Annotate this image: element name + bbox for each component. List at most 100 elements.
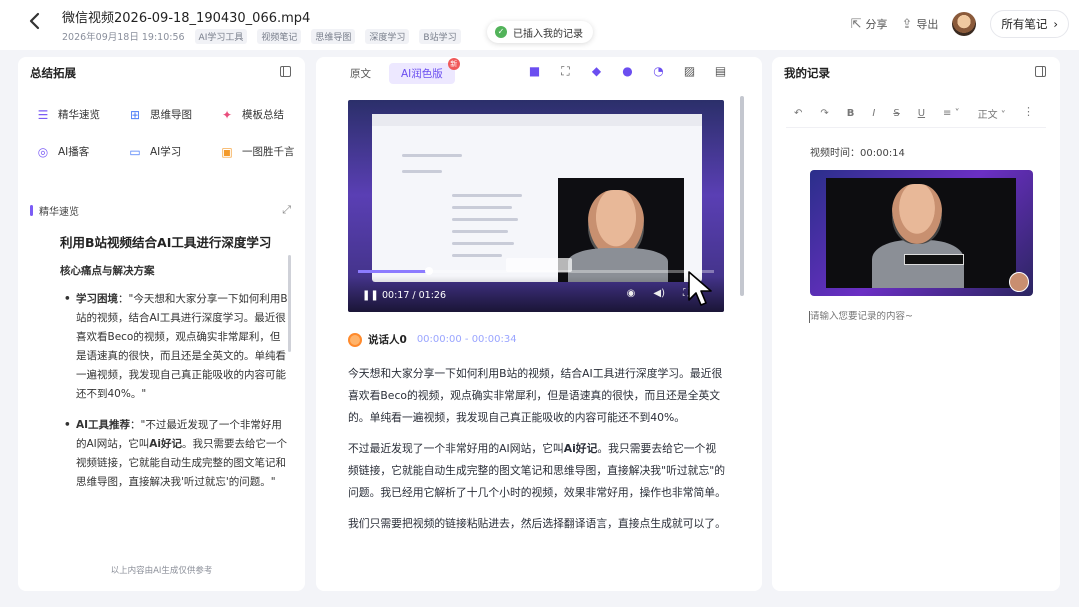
summary-item-label: 学习困境 [76,293,118,305]
mindmap-icon: ⊞ [129,107,141,122]
editor-toolbar: ↶ ↷ B I S U ≡ ˅ 正文 ˅ [794,106,1006,121]
share-icon: ⇱ [850,16,862,32]
tool-template-summary[interactable]: ✦ 模板总结 [220,107,296,122]
tool-ai-podcast[interactable]: ◎ AI播客 [36,144,128,159]
tool-label: 思维导图 [150,109,192,121]
tool-highlights[interactable]: ☰ 精华速览 [36,107,128,122]
tag[interactable]: AI学习工具 [194,28,248,44]
clock-icon[interactable]: ◔ [652,65,665,78]
tab-label: AI润色版 [401,68,443,80]
align-icon[interactable]: ≡ ˅ [943,108,960,119]
paragraph-bold: Ai好记 [563,442,598,455]
font-style-select[interactable]: 正文 ˅ [978,106,1006,121]
video-player[interactable]: ❚❚ 00:17 / 01:26 ◉ ◀) ⛶ [348,100,724,312]
video-snapshot[interactable] [810,170,1033,296]
summary-item: AI工具推荐："不过最近发现了一个非常好用的AI网站，它叫Ai好记。我只需要去给… [60,416,288,492]
video-controls: ❚❚ 00:17 / 01:26 ◉ ◀) ⛶ [348,276,724,312]
speaker-time[interactable]: 00:00:00 - 00:00:34 [417,334,517,345]
file-date: 2026年09月18日 19:10:56 [62,32,185,43]
speakers-icon[interactable]: ● [621,65,634,78]
toast-text: 已插入我的记录 [513,28,583,40]
speaker-name: 说话人0 [368,334,407,346]
strikethrough-icon[interactable]: S [893,108,899,119]
volume-icon[interactable]: ◀) [653,288,665,299]
chat-icon[interactable]: ◆ [590,65,603,78]
video-frame [372,114,702,282]
collapse-panel-icon[interactable] [280,66,291,77]
expand-icon[interactable]: ⤢ [282,203,291,217]
file-title: 微信视频2026-09-18_190430_066.mp4 [62,11,311,26]
transcript-toolbar: ■ ⛶ ◆ ● ◔ ▨ ▤ [528,65,727,78]
pause-icon[interactable]: ❚❚ [362,290,379,301]
video-time: 00:17 / 01:26 [382,290,446,301]
back-button[interactable] [28,12,48,34]
summary-item-text: ："今天想和大家分享一下如何利用B站的视频，结合AI工具进行深度学习。最近很喜欢… [76,293,288,400]
video-camera-icon[interactable]: ■ [528,65,541,78]
export-label: 导出 [916,18,939,31]
summary-scroll-area[interactable]: 利用B站视频结合AI工具进行深度学习 核心痛点与解决方案 学习困境："今天想和大… [18,227,305,557]
new-badge: 新 [447,58,460,70]
my-notes-header: 我的记录 [772,57,1060,89]
share-button[interactable]: ⇱ 分享 [851,16,888,32]
paragraph-text: 不过最近发现了一个非常好用的AI网站，它叫 [348,442,564,455]
screenshot-icon[interactable]: ⛶ [559,65,572,78]
bold-icon[interactable]: B [847,108,855,119]
tool-one-image[interactable]: ▣ 一图胜千言 [220,144,296,159]
summary-panel-header: 总结拓展 [18,57,305,89]
video-icons: ◉ ◀) ⛶ [627,288,690,299]
camera-icon[interactable]: ◉ [627,288,636,299]
tab-ai-polished[interactable]: AI润色版 新 [389,58,460,84]
transcript-scrollbar[interactable] [740,96,744,296]
tool-ai-learn[interactable]: ▭ AI学习 [128,144,220,159]
picture-icon[interactable]: ▨ [683,65,696,78]
tag[interactable]: 视频笔记 [257,28,302,44]
all-notes-button[interactable]: 所有笔记 › [990,10,1069,38]
save-icon[interactable]: ▤ [714,65,727,78]
toast-notification: ✓ 已插入我的记录 [487,21,593,43]
underline-icon[interactable]: U [918,108,925,119]
tab-original[interactable]: 原文 [338,63,383,84]
chevron-right-icon: › [1053,17,1058,31]
section-label-text: 精华速览 [39,207,79,218]
summary-item: 学习困境："今天想和大家分享一下如何利用B站的视频，结合AI工具进行深度学习。最… [60,290,288,404]
summary-content: 利用B站视频结合AI工具进行深度学习 核心痛点与解决方案 学习困境："今天想和大… [60,233,288,492]
transcript-panel: 原文 AI润色版 新 ■ ⛶ ◆ ● ◔ ▨ ▤ ❚❚ 00:17 / 01:2… [316,57,762,591]
redo-icon[interactable]: ↷ [820,108,828,119]
mouse-cursor-icon [688,271,712,306]
tool-mindmap[interactable]: ⊞ 思维导图 [128,107,220,122]
transcript-paragraph: 我们只需要把视频的链接粘贴进去，然后选择翻译语言，直接点生成就可以了。 [348,517,726,530]
summary-title: 利用B站视频结合AI工具进行深度学习 [60,235,272,250]
more-icon[interactable]: ⋮ [1023,105,1034,118]
avatar[interactable] [952,12,977,36]
tag[interactable]: B站学习 [419,28,461,44]
tool-label: AI学习 [150,146,182,158]
panel-title: 我的记录 [784,66,830,80]
video-progress-bar[interactable] [358,267,714,275]
screen-icon: ▭ [129,144,141,159]
tool-label: 精华速览 [58,109,100,121]
collapse-panel-icon[interactable] [1035,66,1046,77]
export-button[interactable]: ⇪ 导出 [901,16,938,32]
speaker-row: 说话人0 00:00:00 - 00:00:34 [348,332,517,347]
video-person [558,178,684,282]
note-input[interactable] [810,311,1040,322]
summary-item-bold: Ai好记 [149,438,183,450]
transcript-tabs: 原文 AI润色版 新 [338,58,460,84]
tag[interactable]: 思维导图 [311,28,356,44]
italic-icon[interactable]: I [872,108,875,119]
mini-avatar [1009,272,1029,292]
export-icon: ⇪ [901,16,913,32]
note-video-time: 视频时间：00:00:14 [810,148,905,159]
summary-scrollbar[interactable] [288,255,291,352]
video-progress-fill [358,270,430,273]
tool-label: 一图胜千言 [242,146,295,158]
undo-icon[interactable]: ↶ [794,108,802,119]
list-icon: ☰ [37,107,49,122]
top-bar: 微信视频2026-09-18_190430_066.mp4 2026年09月18… [0,0,1079,50]
speaker-icon [348,332,362,347]
meta-row: 2026年09月18日 19:10:56 AI学习工具 视频笔记 思维导图 深度… [62,28,461,44]
image-icon: ▣ [221,144,233,159]
tag[interactable]: 深度学习 [365,28,410,44]
transcript-text: 今天想和大家分享一下如何利用B站的视频，结合AI工具进行深度学习。最近很喜欢看B… [348,363,726,583]
ai-footnote: 以上内容由AI生成仅供参考 [110,566,213,576]
